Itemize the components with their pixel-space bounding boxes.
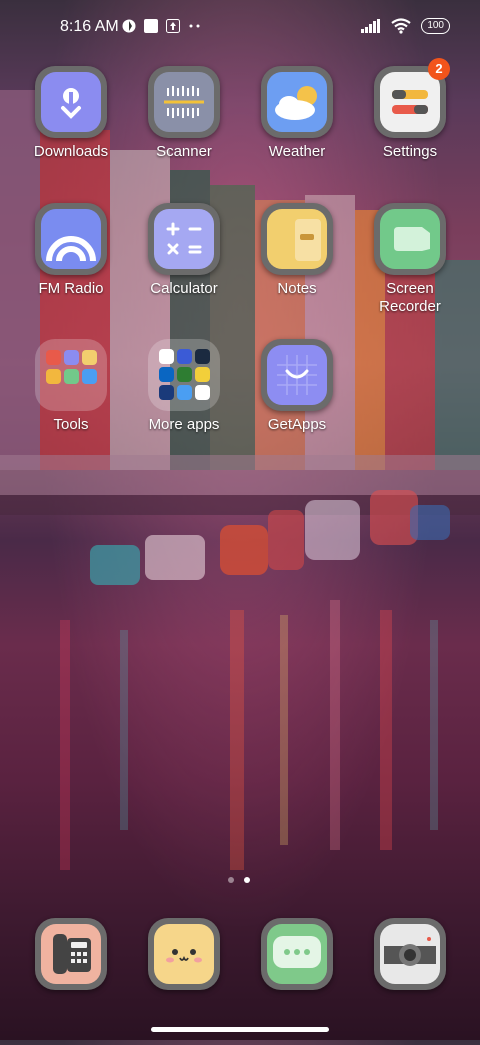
mini-app-icon: [195, 385, 210, 400]
camera-icon: [380, 924, 440, 984]
settings-tile: 2: [374, 58, 450, 138]
face-tile: [148, 918, 220, 990]
folder-tools[interactable]: Tools: [16, 339, 126, 434]
app-label: Downloads: [33, 143, 109, 160]
app-label: Settings: [382, 143, 438, 160]
app-weather[interactable]: Weather: [242, 66, 352, 161]
app-label: Calculator: [150, 280, 218, 297]
mini-app-icon: [177, 349, 192, 364]
page-dot-current[interactable]: [244, 877, 250, 883]
notification-badge: 2: [428, 58, 450, 80]
app-label: FM Radio: [38, 280, 104, 297]
app-fm-radio[interactable]: FM Radio: [16, 203, 126, 298]
notes-tile: [261, 203, 333, 275]
messages-tile: [261, 918, 333, 990]
page-indicator: [228, 877, 250, 883]
dock-messaging-character[interactable]: [129, 918, 239, 990]
settings-icon: [380, 72, 440, 132]
signal-icon: [361, 19, 381, 33]
mini-app-icon: [82, 350, 97, 365]
app-settings[interactable]: 2 Settings: [355, 58, 465, 161]
mini-app-icon: [177, 385, 192, 400]
wifi-icon: [391, 18, 411, 34]
weather-icon: [267, 72, 327, 132]
face-icon: [154, 924, 214, 984]
downloads-tile: [35, 66, 107, 138]
mini-app-icon: [46, 369, 61, 384]
dock-messages[interactable]: [242, 918, 352, 990]
mini-app-icon: [64, 350, 79, 365]
gesture-navigation-bar[interactable]: [151, 1027, 329, 1032]
screen-recorder-icon: [380, 209, 440, 269]
folder-label: Tools: [53, 416, 89, 433]
upload-notification-icon: [166, 19, 180, 33]
dock-phone[interactable]: [16, 918, 126, 990]
calculator-icon: [154, 209, 214, 269]
mini-app-icon: [82, 369, 97, 384]
mini-app-icon: [159, 385, 174, 400]
screen-recorder-tile: [374, 203, 446, 275]
messages-icon: [267, 924, 327, 984]
mini-app-icon: [177, 367, 192, 382]
app-label: Weather: [268, 143, 326, 160]
folder-more-apps[interactable]: More apps: [129, 339, 239, 434]
folder-label: More apps: [148, 416, 220, 433]
more-apps-folder-preview: [148, 339, 220, 411]
scanner-tile: [148, 66, 220, 138]
app-getapps[interactable]: GetApps: [242, 339, 352, 434]
calculator-tile: [148, 203, 220, 275]
app-downloads[interactable]: Downloads: [16, 66, 126, 161]
tools-folder-preview: [35, 339, 107, 411]
app-notes[interactable]: Notes: [242, 203, 352, 298]
clock: 8:16 AM: [60, 18, 119, 35]
mini-app-icon: [159, 349, 174, 364]
fm-radio-tile: [35, 203, 107, 275]
app-label: Scanner: [156, 143, 212, 160]
mini-app-icon: [46, 350, 61, 365]
weather-tile: [261, 66, 333, 138]
scanner-icon: [154, 72, 214, 132]
downloads-icon: [41, 72, 101, 132]
getapps-icon: [267, 345, 327, 405]
notification-icons: [122, 19, 202, 33]
getapps-tile: [261, 339, 333, 411]
app-calculator[interactable]: Calculator: [129, 203, 239, 298]
status-bar: 8:16 AM 100: [0, 0, 480, 56]
phone-tile: [35, 918, 107, 990]
app-notification-icon: [122, 19, 136, 33]
dock-camera[interactable]: [355, 918, 465, 990]
app-screen-recorder[interactable]: Screen Recorder: [355, 203, 465, 316]
app-label: Notes: [277, 280, 317, 297]
app-scanner[interactable]: Scanner: [129, 66, 239, 161]
mini-app-icon: [195, 349, 210, 364]
fm-radio-icon: [41, 209, 101, 269]
app-label: Screen Recorder: [379, 280, 441, 315]
page-dot[interactable]: [228, 877, 234, 883]
mini-app-icon: [159, 367, 174, 382]
camera-tile: [374, 918, 446, 990]
image-notification-icon: [144, 19, 158, 33]
notes-icon: [267, 209, 327, 269]
battery-indicator: 100: [421, 18, 450, 34]
app-label: GetApps: [267, 416, 327, 433]
mini-app-icon: [195, 367, 210, 382]
mini-app-icon: [64, 369, 79, 384]
phone-icon: [41, 924, 101, 984]
more-notifications-icon: [189, 24, 200, 28]
system-status: 100: [361, 18, 450, 34]
